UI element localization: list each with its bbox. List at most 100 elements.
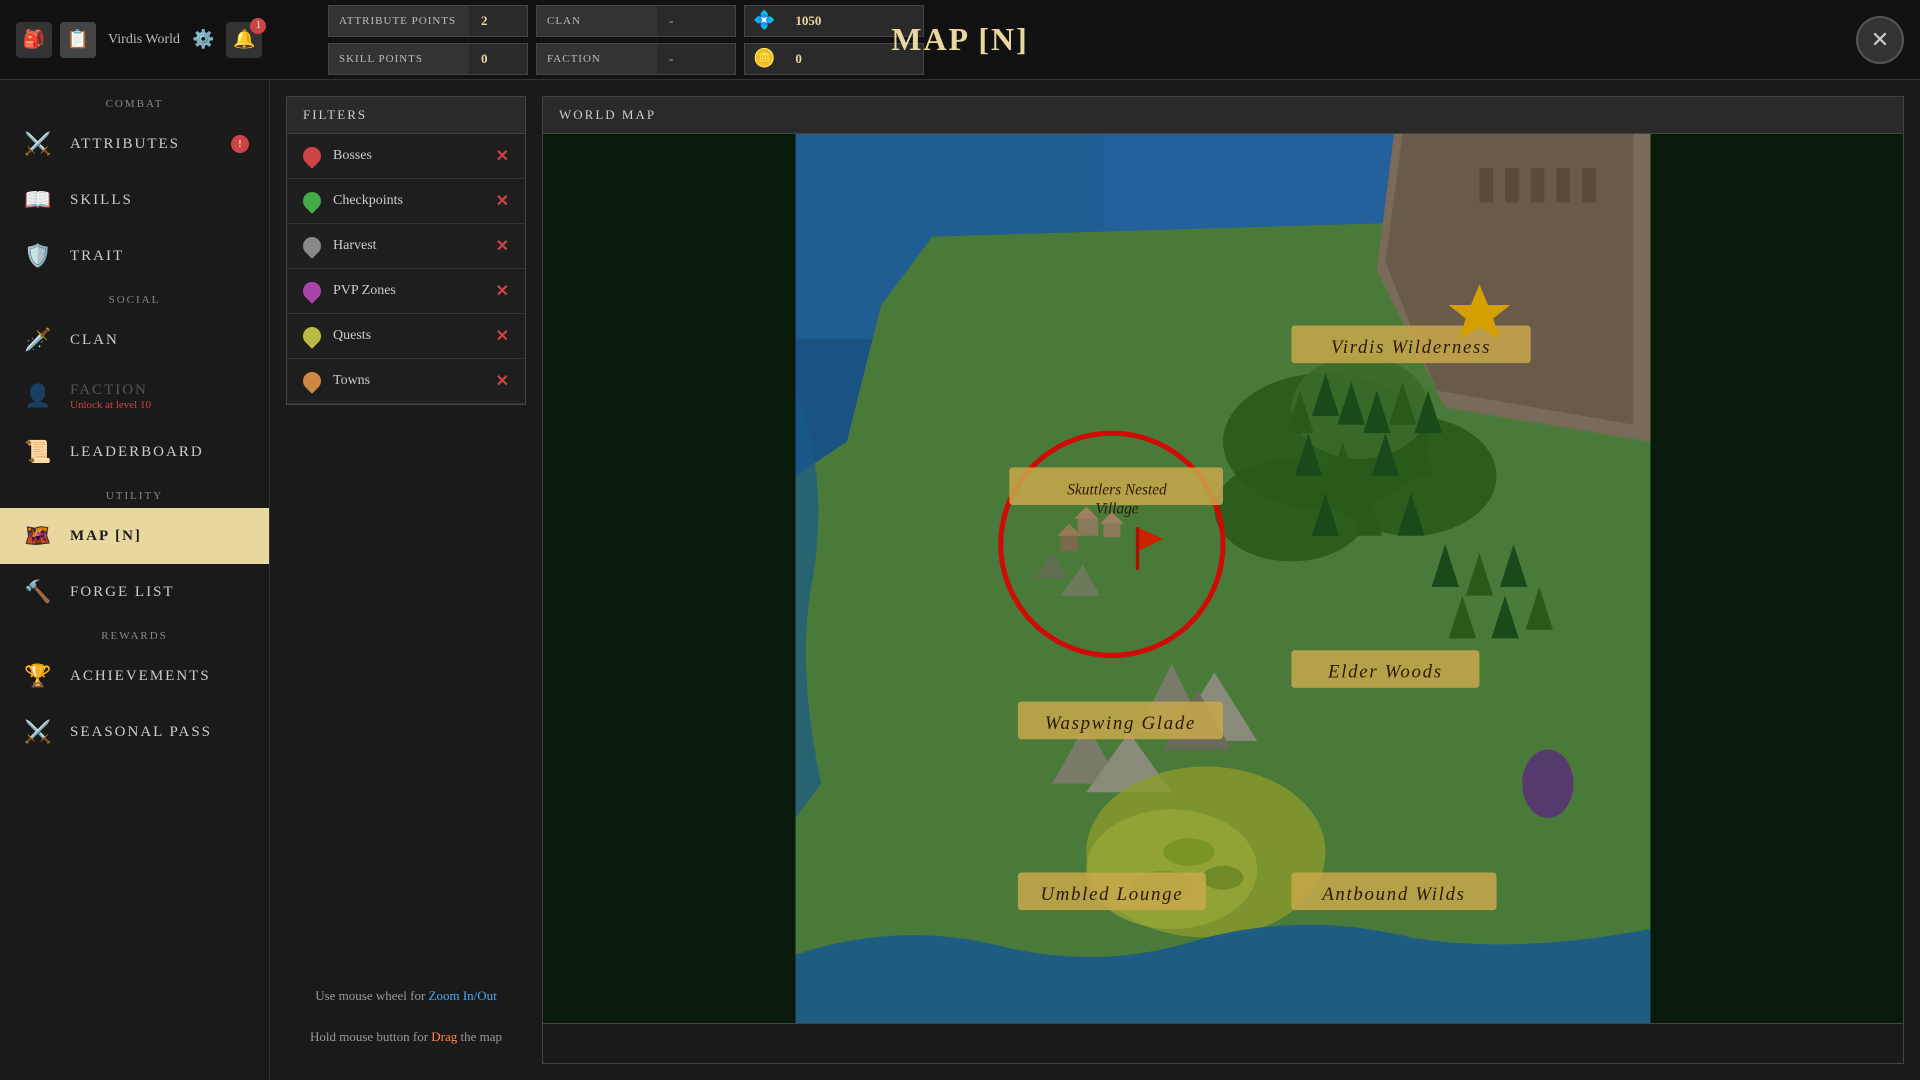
pvp-dot xyxy=(299,278,324,303)
attribute-points-value: 2 xyxy=(469,13,500,29)
harvest-label: Harvest xyxy=(333,238,484,254)
section-social: SOCIAL xyxy=(0,284,269,312)
map-tab[interactable]: 📋 xyxy=(60,22,96,58)
notification-badge[interactable]: 🔔 1 xyxy=(226,22,262,58)
drag-link: Drag xyxy=(431,1029,457,1044)
quests-toggle[interactable]: ✕ xyxy=(496,326,509,346)
clan-icon: 🗡️ xyxy=(20,322,56,358)
sidebar-item-forgelist[interactable]: 🔨 FORGE LIST xyxy=(0,564,269,620)
filter-quests[interactable]: Quests ✕ xyxy=(287,314,525,359)
harvest-dot xyxy=(299,233,324,258)
currency1-icon: 💠 xyxy=(745,10,783,31)
towns-dot xyxy=(299,368,324,393)
bosses-label: Bosses xyxy=(333,148,484,164)
sidebar-item-attributes[interactable]: ⚔️ ATTRIBUTES ! xyxy=(0,116,269,172)
inventory-tab[interactable]: 🎒 xyxy=(16,22,52,58)
quests-dot xyxy=(299,323,324,348)
attributes-label: ATTRIBUTES xyxy=(70,136,180,153)
world-map-header: WORLD MAP xyxy=(542,96,1904,133)
faction-icon: 👤 xyxy=(20,378,56,414)
trait-label: TRAIT xyxy=(70,248,124,265)
sidebar-item-map[interactable]: 🗺️ MAP [N] xyxy=(0,508,269,564)
skill-points-box: SKILL POINTS 0 xyxy=(328,43,528,75)
map-container[interactable]: Virdis Wilderness Elder Woods Waspwing G… xyxy=(542,133,1904,1024)
tab-icons: 🎒 📋 xyxy=(16,22,96,58)
section-rewards: REWARDS xyxy=(0,620,269,648)
map-nav-label: MAP [N] xyxy=(70,528,142,545)
svg-text:Village: Village xyxy=(1095,501,1138,518)
world-map-svg: Virdis Wilderness Elder Woods Waspwing G… xyxy=(543,134,1903,1023)
sidebar-item-trait[interactable]: 🛡️ TRAIT xyxy=(0,228,269,284)
drag-hint-text: Hold mouse button for xyxy=(310,1029,431,1044)
attributes-badge: ! xyxy=(231,135,249,153)
top-bar-left: 🎒 📋 Virdis World ⚙️ 🔔 1 xyxy=(16,22,316,58)
svg-text:Elder Woods: Elder Woods xyxy=(1327,662,1443,683)
close-button[interactable]: ✕ xyxy=(1856,16,1904,64)
forge-icon: 🔨 xyxy=(20,574,56,610)
trait-icon: 🛡️ xyxy=(20,238,56,274)
faction-nav-label: FACTION xyxy=(70,382,151,399)
filter-towns[interactable]: Towns ✕ xyxy=(287,359,525,404)
map-bottom-bar xyxy=(542,1024,1904,1064)
quests-label: Quests xyxy=(333,328,484,344)
filter-harvest[interactable]: Harvest ✕ xyxy=(287,224,525,269)
drag-suffix: the map xyxy=(457,1029,502,1044)
filter-pvpzones[interactable]: PVP Zones ✕ xyxy=(287,269,525,314)
settings-icon[interactable]: ⚙️ xyxy=(192,29,214,50)
checkpoints-toggle[interactable]: ✕ xyxy=(496,191,509,211)
seasonal-label: SEASONAL PASS xyxy=(70,724,212,741)
skills-icon: 📖 xyxy=(20,182,56,218)
faction-unlock-text: Unlock at level 10 xyxy=(70,399,151,411)
filters-list: Bosses ✕ Checkpoints ✕ Harvest ✕ PVP Zon… xyxy=(286,133,526,405)
top-bar-stats: ATTRIBUTE POINTS 2 SKILL POINTS 0 CLAN -… xyxy=(328,5,1784,75)
sidebar-item-clan[interactable]: 🗡️ CLAN xyxy=(0,312,269,368)
filters-hint: Use mouse wheel for Zoom In/Out Hold mou… xyxy=(286,970,526,1064)
harvest-toggle[interactable]: ✕ xyxy=(496,236,509,256)
sidebar-item-seasonalpass[interactable]: ⚔️ SEASONAL PASS xyxy=(0,704,269,760)
page-title: MAP [N] xyxy=(891,21,1029,58)
sidebar-item-skills[interactable]: 📖 SKILLS xyxy=(0,172,269,228)
forge-label: FORGE LIST xyxy=(70,584,175,601)
svg-text:Antbound Wilds: Antbound Wilds xyxy=(1320,884,1466,905)
achievements-icon: 🏆 xyxy=(20,658,56,694)
section-utility: UTILITY xyxy=(0,480,269,508)
skill-points-label: SKILL POINTS xyxy=(329,44,469,74)
filter-checkpoints[interactable]: Checkpoints ✕ xyxy=(287,179,525,224)
attribute-points-label: ATTRIBUTE POINTS xyxy=(329,6,469,36)
attributes-icon: ⚔️ xyxy=(20,126,56,162)
main-layout: COMBAT ⚔️ ATTRIBUTES ! 📖 SKILLS 🛡️ TRAIT… xyxy=(0,80,1920,1080)
attribute-points-box: ATTRIBUTE POINTS 2 xyxy=(328,5,528,37)
sidebar-item-achievements[interactable]: 🏆 ACHIEVEMENTS xyxy=(0,648,269,704)
stat-row-points: ATTRIBUTE POINTS 2 SKILL POINTS 0 xyxy=(328,5,528,75)
faction-label: FACTION xyxy=(537,44,657,74)
right-content: FILTERS Bosses ✕ Checkpoints ✕ Harvest ✕ xyxy=(270,80,1920,1080)
zoom-link: Zoom In/Out xyxy=(429,988,497,1003)
towns-toggle[interactable]: ✕ xyxy=(496,371,509,391)
zoom-hint-text: Use mouse wheel for xyxy=(315,988,428,1003)
checkpoints-dot xyxy=(299,188,324,213)
leaderboard-icon: 📜 xyxy=(20,434,56,470)
svg-text:Virdis Wilderness: Virdis Wilderness xyxy=(1331,337,1491,358)
leaderboard-label: LEADERBOARD xyxy=(70,444,204,461)
sidebar: COMBAT ⚔️ ATTRIBUTES ! 📖 SKILLS 🛡️ TRAIT… xyxy=(0,80,270,1080)
filter-bosses[interactable]: Bosses ✕ xyxy=(287,134,525,179)
section-combat: COMBAT xyxy=(0,88,269,116)
currency2-icon: 🪙 xyxy=(745,48,783,69)
svg-text:Waspwing Glade: Waspwing Glade xyxy=(1045,713,1196,734)
faction-value: - xyxy=(657,51,685,67)
zoom-hint: Use mouse wheel for Zoom In/Out xyxy=(302,986,510,1007)
bosses-dot xyxy=(299,143,324,168)
filters-header: FILTERS xyxy=(286,96,526,133)
skill-points-value: 0 xyxy=(469,51,500,67)
sidebar-item-leaderboard[interactable]: 📜 LEADERBOARD xyxy=(0,424,269,480)
bosses-toggle[interactable]: ✕ xyxy=(496,146,509,166)
pvp-toggle[interactable]: ✕ xyxy=(496,281,509,301)
svg-text:Skuttlers Nested: Skuttlers Nested xyxy=(1067,482,1167,499)
map-nav-icon: 🗺️ xyxy=(20,518,56,554)
clan-faction-row: CLAN - FACTION - xyxy=(536,5,736,75)
currency2-value: 0 xyxy=(783,51,814,67)
clan-nav-label: CLAN xyxy=(70,332,119,349)
pvp-label: PVP Zones xyxy=(333,283,484,299)
clan-label: CLAN xyxy=(537,6,657,36)
sidebar-item-faction[interactable]: 👤 FACTION Unlock at level 10 xyxy=(0,368,269,424)
